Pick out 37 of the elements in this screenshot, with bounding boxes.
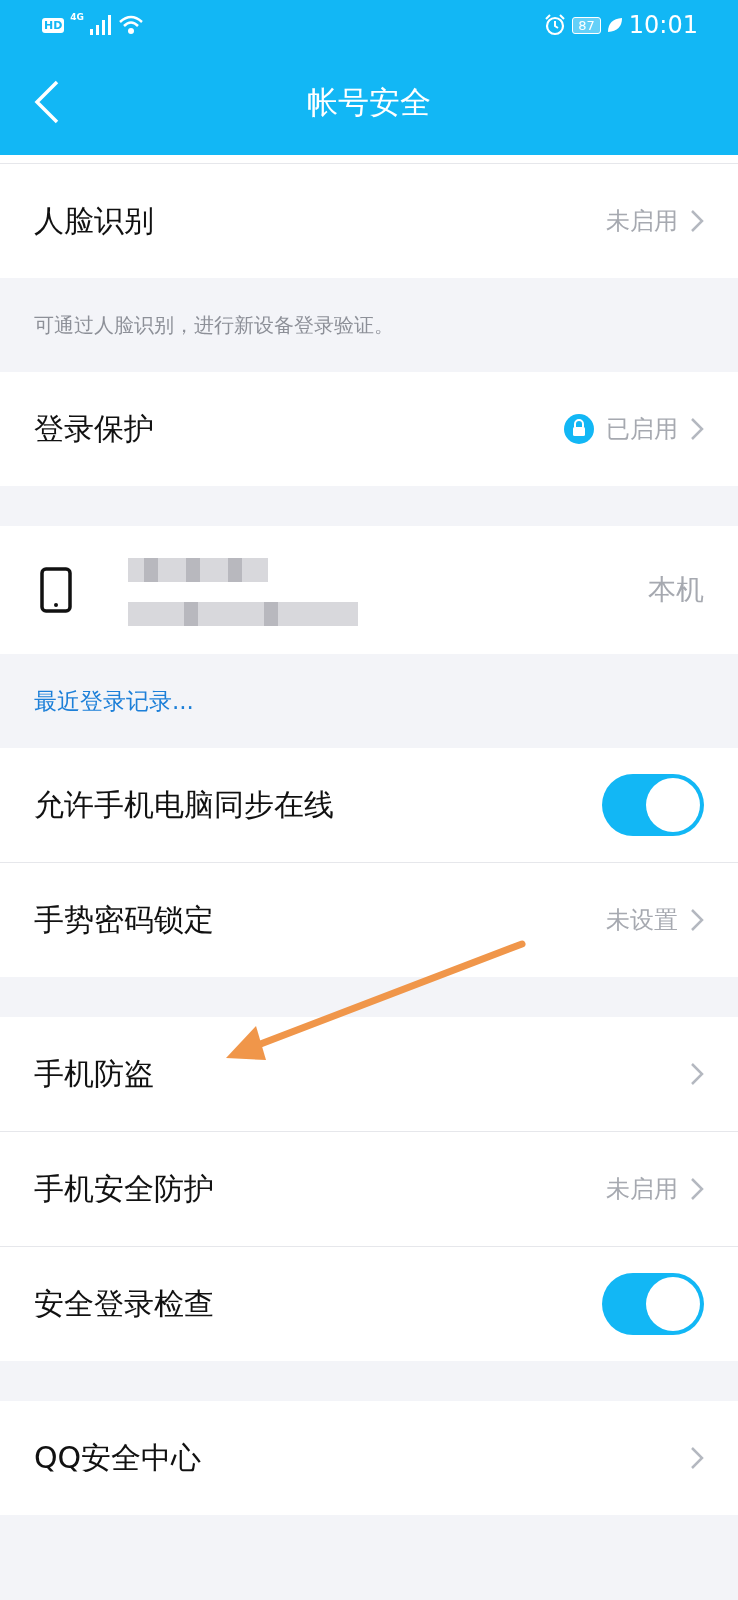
page-title: 帐号安全: [307, 82, 431, 122]
leaf-icon: [606, 17, 623, 33]
phone-icon: [40, 567, 72, 613]
row-label: QQ安全中心: [34, 1438, 202, 1477]
settings-row[interactable]: 登录保护 已启用: [0, 372, 738, 486]
alarm-icon: [544, 14, 567, 36]
hd-badge: HD: [42, 17, 65, 33]
hint-text: 可通过人脸识别，进行新设备登录验证。: [34, 311, 394, 339]
wifi-icon: [118, 15, 144, 35]
login-history-link[interactable]: 最近登录记录...: [34, 685, 194, 717]
settings-row[interactable]: 安全登录检查: [0, 1247, 738, 1361]
settings-row[interactable]: 人脸识别 未启用: [0, 164, 738, 278]
row-label: 手机安全防护: [34, 1169, 214, 1208]
back-icon[interactable]: [34, 80, 60, 124]
chevron-icon: [690, 1177, 704, 1201]
clock-time: 10:01: [628, 11, 698, 39]
row-label: 手机防盗: [34, 1054, 154, 1093]
row-value: 本机: [648, 572, 704, 608]
row-label: 人脸识别: [34, 201, 154, 240]
signal-icon: [90, 15, 112, 35]
row-value: 未启用: [606, 206, 678, 237]
chevron-icon: [690, 209, 704, 233]
row-label: 手势密码锁定: [34, 900, 214, 939]
chevron-icon: [690, 908, 704, 932]
settings-row[interactable]: 手势密码锁定 未设置: [0, 863, 738, 977]
row-value: 未启用: [606, 1174, 678, 1205]
row-label: 登录保护: [34, 409, 154, 448]
chevron-icon: [690, 417, 704, 441]
chevron-icon: [690, 1446, 704, 1470]
battery-level: 87: [572, 16, 601, 34]
settings-row[interactable]: QQ安全中心: [0, 1401, 738, 1515]
row-value: 未设置: [606, 905, 678, 936]
row-label: 允许手机电脑同步在线: [34, 785, 334, 824]
row-value: 已启用: [606, 414, 678, 445]
network-label: 4G: [70, 12, 84, 22]
row-label: 安全登录检查: [34, 1284, 214, 1323]
chevron-icon: [690, 1062, 704, 1086]
